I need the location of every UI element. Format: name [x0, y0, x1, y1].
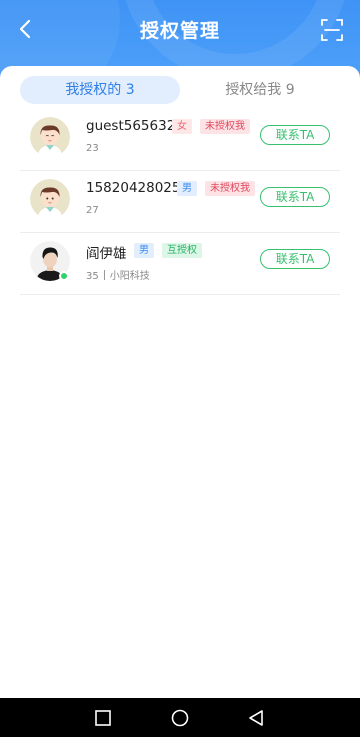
- user-list: guest565632 女 未授权我 23 联系TA 15820428025 男…: [20, 109, 340, 295]
- user-age: 23: [86, 143, 99, 154]
- back-triangle-icon: [249, 710, 263, 726]
- system-nav-bar: [0, 698, 360, 737]
- user-age: 27: [86, 205, 99, 216]
- recent-apps-button[interactable]: [92, 707, 114, 729]
- home-button[interactable]: [169, 707, 191, 729]
- status-badge: 未授权我: [200, 119, 250, 134]
- scan-icon: [321, 19, 343, 41]
- user-meta: 23: [86, 143, 99, 154]
- tab-bar: 我授权的 3 授权给我 9: [20, 76, 340, 104]
- cartoon-boy-avatar-icon: [30, 117, 70, 157]
- user-name: 15820428025: [86, 180, 181, 196]
- list-item[interactable]: 15820428025 男 未授权我 27 联系TA: [20, 171, 340, 233]
- separator: [103, 270, 105, 280]
- list-item[interactable]: 阎伊雄 男 互授权 35 小阳科技 联系TA: [20, 233, 340, 295]
- user-meta: 27: [86, 205, 99, 216]
- home-icon: [171, 709, 189, 727]
- gender-badge: 女: [172, 119, 192, 134]
- gender-badge: 男: [177, 181, 197, 196]
- scan-button[interactable]: [320, 18, 344, 42]
- user-name: guest565632: [86, 118, 176, 134]
- page-title: 授权管理: [139, 20, 220, 42]
- contact-button[interactable]: 联系TA: [260, 125, 330, 145]
- recent-apps-icon: [95, 710, 111, 726]
- user-meta: 35 小阳科技: [86, 267, 150, 282]
- contact-button[interactable]: 联系TA: [260, 187, 330, 207]
- status-badge: 未授权我: [205, 181, 255, 196]
- user-age: 35: [86, 271, 99, 282]
- online-status-dot: [59, 271, 69, 281]
- user-name: 阎伊雄: [86, 246, 127, 262]
- tab-authorized-to-me[interactable]: 授权给我 9: [180, 76, 340, 104]
- status-badge: 互授权: [162, 243, 202, 258]
- user-company: 小阳科技: [109, 271, 150, 282]
- content-card: 我授权的 3 授权给我 9 guest565632 女 未授权我 23 联系TA: [0, 66, 360, 698]
- back-nav-button[interactable]: [245, 707, 267, 729]
- cartoon-boy-avatar-icon: [30, 179, 70, 219]
- tab-my-authorized[interactable]: 我授权的 3: [20, 76, 180, 104]
- contact-button[interactable]: 联系TA: [260, 249, 330, 269]
- list-item[interactable]: guest565632 女 未授权我 23 联系TA: [20, 109, 340, 171]
- gender-badge: 男: [134, 243, 154, 258]
